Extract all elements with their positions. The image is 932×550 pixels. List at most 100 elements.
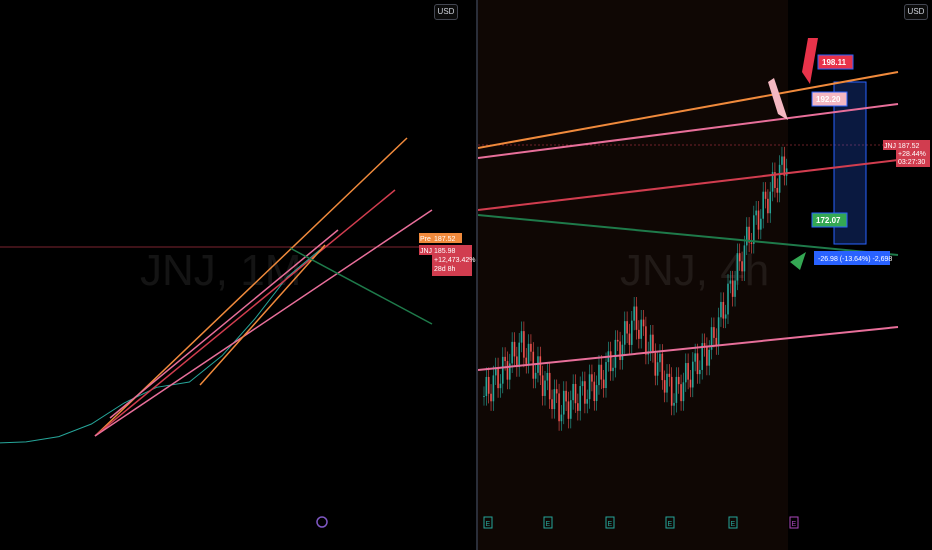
monthly-chart-pane[interactable]: JNJ, 1M Pre 187.52 JNJ 185.98 +12,473.42… [0,0,476,550]
candle-body [659,353,661,363]
currency-button-right[interactable]: USD [904,4,928,20]
candle-body [680,384,682,402]
candle-body [626,321,628,334]
candle-body [584,381,586,404]
candle-body [499,383,502,389]
candle-body [574,383,577,404]
earnings-marker-label: E [486,521,491,528]
candle-body [640,319,642,339]
earnings-marker-label: E [792,521,797,528]
candle-body [764,191,767,199]
candle-body [591,374,593,382]
green-arrow-icon [790,252,806,270]
candle-body [743,245,746,272]
candle-body [670,376,673,406]
red-trendline[interactable] [94,189,396,437]
current-price-right: 187.52 [898,143,920,150]
candle-body [501,356,504,384]
candle-body [776,187,779,193]
pre-price: 187.52 [434,236,456,243]
candle-body [530,343,532,352]
four-hour-chart-pane[interactable]: JNJ, 4h 198.11 192.20 172.07 -26.98 (-13… [478,0,932,550]
candle-body [778,164,781,193]
candle-body [645,326,647,355]
candle-body [757,210,760,230]
candle-body [673,402,675,406]
candle-body [677,376,680,385]
candle-body [504,356,506,362]
candle-body [661,353,664,381]
candle-body [656,362,659,376]
candle-body [713,327,715,338]
candle-body [560,414,563,422]
candle-body [727,283,729,315]
candle-body [567,401,570,419]
candle-body [741,261,743,272]
candle-body [654,352,657,376]
candle-body [572,383,574,401]
candle-body [614,339,617,368]
replay-icon[interactable] [316,516,328,528]
candle-body [675,376,678,403]
candle-body [595,385,598,402]
candle-body [734,280,736,297]
candle-body [724,314,727,319]
candle-body [760,218,762,230]
candle-body [745,226,748,246]
candle-body [668,373,671,377]
mid-target-label: 192.20 [816,95,841,104]
candle-body [588,374,591,400]
monthly-chart-svg: JNJ, 1M Pre 187.52 JNJ 185.98 +12,473.42… [0,137,475,528]
candle-body [565,390,567,402]
candle-body [682,382,685,402]
pink-trendline[interactable] [94,209,433,437]
current-price: 185.98 [434,248,456,255]
candle-body [506,361,509,380]
price-change-right: +28.44% [898,151,926,158]
candle-body [593,381,596,402]
candle-body [652,334,654,353]
four-hour-chart-svg: JNJ, 4h 198.11 192.20 172.07 -26.98 (-13… [478,0,930,550]
upper-target-label: 198.11 [822,58,847,67]
candle-body [769,191,772,214]
candle-body [750,242,753,244]
candle-body [581,381,584,387]
candle-body [605,362,607,389]
candle-body [600,364,603,380]
candle-body [715,337,718,346]
candle-body [487,376,490,394]
candle-body [708,349,711,366]
candle-body [523,331,525,358]
candle-body [602,379,605,389]
candle-body [616,339,619,342]
candle-body [635,306,638,330]
candle-body [577,403,579,411]
earnings-marker-label: E [546,521,551,528]
candle-body [485,376,488,396]
candle-body [534,372,537,379]
ticker-label: JNJ [420,248,432,255]
candle-body [598,364,600,386]
candle-body [558,393,560,422]
candle-body [555,389,558,394]
candle-body [633,306,635,321]
candle-body [548,372,551,400]
candle-body [490,393,492,402]
lower-target-label: 172.07 [816,216,841,225]
measure-label: -26.98 (-13.64%) -2,698 [818,256,892,263]
candle-body [612,367,614,372]
candle-body [696,353,699,375]
candle-body [520,331,523,343]
candle-body [720,301,722,318]
currency-button-left[interactable]: USD [434,4,458,20]
candle-body [781,156,783,165]
candle-body [570,400,572,419]
candle-body [663,380,666,393]
green-trendline[interactable] [289,247,433,325]
candle-body [562,390,565,415]
candle-body [687,363,689,380]
candle-body [694,353,696,362]
candle-body [736,253,739,281]
monthly-watermark: JNJ, 1M [140,246,301,295]
candle-body [513,341,516,357]
